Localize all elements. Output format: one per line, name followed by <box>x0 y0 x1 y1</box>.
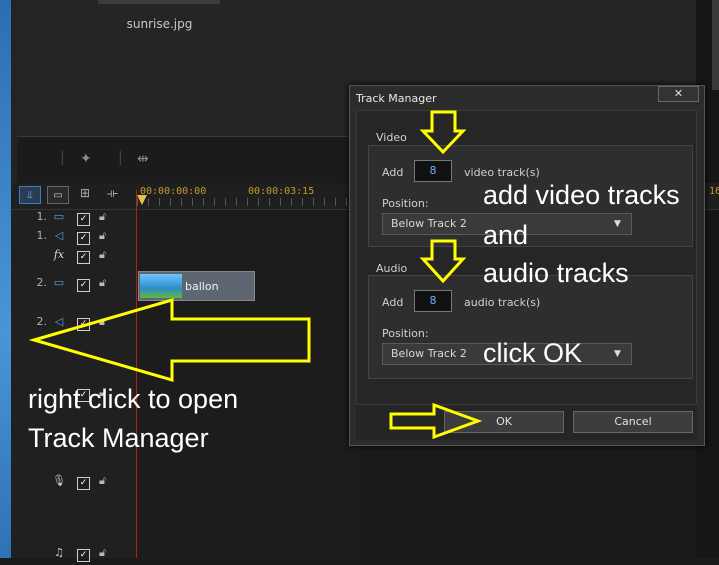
annotation-click-ok: click OK <box>483 338 583 368</box>
annotation-line1: add video tracks <box>483 180 680 210</box>
annotation-right-click-2: Track Manager <box>28 423 209 453</box>
annotation-line3: audio tracks <box>483 258 629 288</box>
down-arrow-audio <box>419 239 467 284</box>
annotation-line2: and <box>483 220 529 250</box>
right-arrow-ok <box>389 402 483 440</box>
annotation-right-click-1: right click to open <box>28 384 239 414</box>
left-arrow-track <box>28 298 311 382</box>
down-arrow-video <box>419 110 467 155</box>
